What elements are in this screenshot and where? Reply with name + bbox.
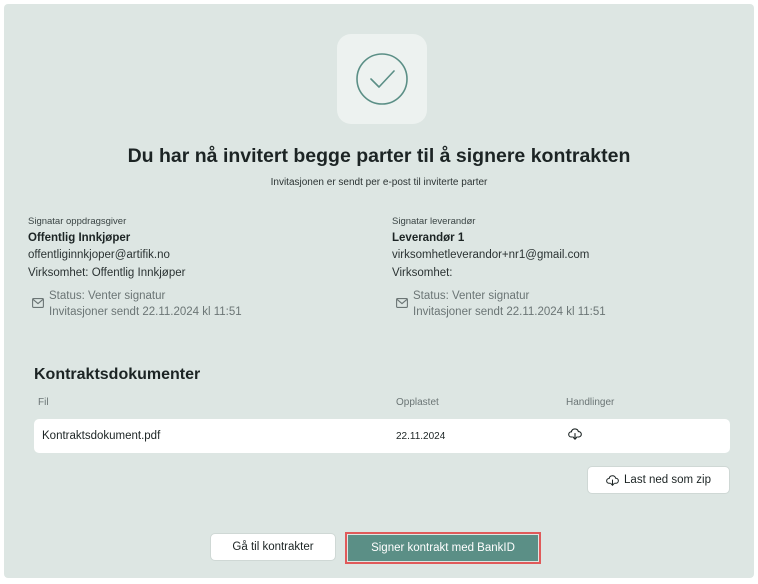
buyer-email: offentliginnkjoper@artifik.no <box>28 249 170 261</box>
column-header-actions: Handlinger <box>566 397 615 408</box>
page-title: Du har nå invitert begge parter til å si… <box>127 145 631 167</box>
cloud-download-icon <box>568 428 582 440</box>
buyer-company: Virksomhet: Offentlig Innkjøper <box>28 267 186 279</box>
buyer-signatory: Signatar oppdragsgiver Offentlig Innkjøp… <box>28 216 358 320</box>
go-to-contracts-button[interactable]: Gå til kontrakter <box>210 533 336 561</box>
page-subtitle: Invitasjonen er sendt per e-post til inv… <box>270 177 488 188</box>
supplier-signatory: Signatar leverandør Leverandør 1 virksom… <box>392 216 722 320</box>
table-row: Kontraktsdokument.pdf 22.11.2024 <box>34 419 730 453</box>
download-document-button[interactable] <box>568 427 582 446</box>
download-zip-label: Last ned som zip <box>624 474 711 486</box>
supplier-role: Signatar leverandør <box>392 216 476 227</box>
buyer-invited-text: Invitasjoner sendt 22.11.2024 kl 11:51 <box>49 306 242 318</box>
success-badge <box>337 34 427 124</box>
check-circle-icon <box>356 53 408 105</box>
cloud-download-icon <box>606 474 619 486</box>
supplier-email: virksomhetleverandor+nr1@gmail.com <box>392 249 590 261</box>
buyer-name: Offentlig Innkjøper <box>28 232 131 244</box>
documents-section-title: Kontraktsdokumenter <box>34 366 201 383</box>
document-uploaded-date: 22.11.2024 <box>396 431 446 442</box>
column-header-uploaded: Opplastet <box>396 397 439 408</box>
sign-with-bankid-button[interactable]: Signer kontrakt med BankID <box>348 535 538 561</box>
mail-icon <box>32 298 44 308</box>
column-header-file: Fil <box>38 397 49 408</box>
buyer-status-text: Status: Venter signatur <box>49 290 166 302</box>
document-file-name: Kontraktsdokument.pdf <box>42 430 161 442</box>
buyer-status: Status: Venter signatur Invitasjoner sen… <box>28 288 358 320</box>
download-zip-button[interactable]: Last ned som zip <box>587 466 730 494</box>
supplier-invited-text: Invitasjoner sendt 22.11.2024 kl 11:51 <box>413 306 606 318</box>
supplier-name: Leverandør 1 <box>392 232 465 244</box>
buyer-role: Signatar oppdragsgiver <box>28 216 127 227</box>
supplier-status: Status: Venter signatur Invitasjoner sen… <box>392 288 722 320</box>
mail-icon <box>396 298 408 308</box>
supplier-status-text: Status: Venter signatur <box>413 290 530 302</box>
confirmation-card: Du har nå invitert begge parter til å si… <box>4 4 754 578</box>
supplier-company: Virksomhet: <box>392 267 453 279</box>
